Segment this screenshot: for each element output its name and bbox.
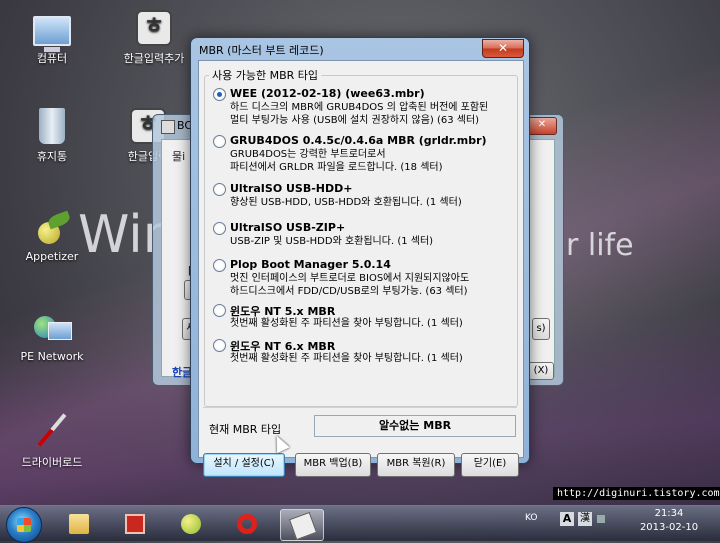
desktop-icon-appetizer[interactable]: Appetizer bbox=[16, 210, 88, 263]
background-window-close-button[interactable]: ✕ bbox=[527, 117, 557, 135]
tray-small-icon[interactable] bbox=[597, 515, 605, 523]
dialog-title: MBR (마스터 부트 레코드) bbox=[199, 44, 324, 57]
network-icon bbox=[32, 312, 72, 346]
hanja-icon[interactable]: 漢 bbox=[578, 512, 592, 526]
language-indicator[interactable]: KO bbox=[525, 513, 538, 523]
install-button[interactable]: 설치 / 설정(C) bbox=[203, 453, 285, 477]
background-exit-button[interactable]: (X) bbox=[528, 362, 554, 380]
bootice-icon bbox=[288, 511, 318, 541]
taskbar-app-red[interactable] bbox=[114, 509, 156, 539]
current-mbr-value: 알수없는 MBR bbox=[314, 415, 516, 437]
background-right-button[interactable]: s) bbox=[532, 318, 550, 340]
radio[interactable] bbox=[213, 304, 226, 317]
desktop-icon-recycle-bin[interactable]: 휴지통 bbox=[16, 108, 88, 164]
wallpaper-text-right: r life bbox=[566, 228, 634, 263]
desktop-icon-korean-input-add[interactable]: ㅎ 한글입력추가 bbox=[118, 10, 190, 66]
radio[interactable] bbox=[213, 222, 226, 235]
divider bbox=[203, 407, 517, 408]
close-button[interactable]: 닫기(E) bbox=[461, 453, 519, 477]
radio[interactable] bbox=[213, 135, 226, 148]
opera-icon bbox=[237, 514, 257, 534]
desktop-icon-driver-load[interactable]: 드라이버로드 bbox=[16, 410, 88, 470]
taskbar bbox=[0, 505, 720, 543]
clock[interactable]: 21:34 2013-02-10 bbox=[632, 507, 706, 535]
radio[interactable] bbox=[213, 183, 226, 196]
radio[interactable] bbox=[213, 339, 226, 352]
mbr-backup-button[interactable]: MBR 백업(B) bbox=[295, 453, 371, 477]
recycle-bin-icon bbox=[39, 108, 65, 144]
mbr-restore-button[interactable]: MBR 복원(R) bbox=[377, 453, 455, 477]
current-mbr-label: 현재 MBR 타입 bbox=[209, 423, 282, 436]
watermark: http://diginuri.tistory.com bbox=[553, 487, 720, 500]
desktop-icon-pe-network[interactable]: PE Network bbox=[16, 312, 88, 363]
dialog-close-button[interactable]: ✕ bbox=[482, 39, 524, 58]
appetizer-icon bbox=[34, 210, 72, 246]
start-button[interactable] bbox=[6, 507, 42, 543]
desktop-icon-computer[interactable]: 컴퓨터 bbox=[16, 10, 88, 66]
taskbar-opera[interactable] bbox=[226, 509, 268, 539]
dialog-client-area: 사용 가능한 MBR 타입 WEE (2012-02-18) (wee63.mb… bbox=[198, 60, 524, 477]
taskbar-bootice[interactable] bbox=[280, 509, 324, 541]
taskbar-appetizer[interactable] bbox=[170, 509, 212, 539]
app-icon bbox=[161, 120, 175, 134]
group-label: 사용 가능한 MBR 타입 bbox=[209, 67, 322, 83]
radio[interactable] bbox=[213, 259, 226, 272]
ime-mode-icon[interactable]: A bbox=[560, 512, 574, 526]
taskbar-explorer[interactable] bbox=[58, 509, 100, 539]
mbr-dialog: MBR (마스터 부트 레코드) ✕ 사용 가능한 MBR 타입 WEE (20… bbox=[190, 37, 530, 477]
computer-icon bbox=[33, 16, 71, 52]
app-grid-icon bbox=[125, 514, 145, 534]
screwdriver-icon bbox=[32, 410, 72, 450]
radio-selected[interactable] bbox=[213, 88, 226, 101]
korean-input-icon: ㅎ bbox=[136, 10, 172, 46]
appetizer-icon bbox=[181, 514, 201, 534]
folder-icon bbox=[69, 514, 89, 534]
